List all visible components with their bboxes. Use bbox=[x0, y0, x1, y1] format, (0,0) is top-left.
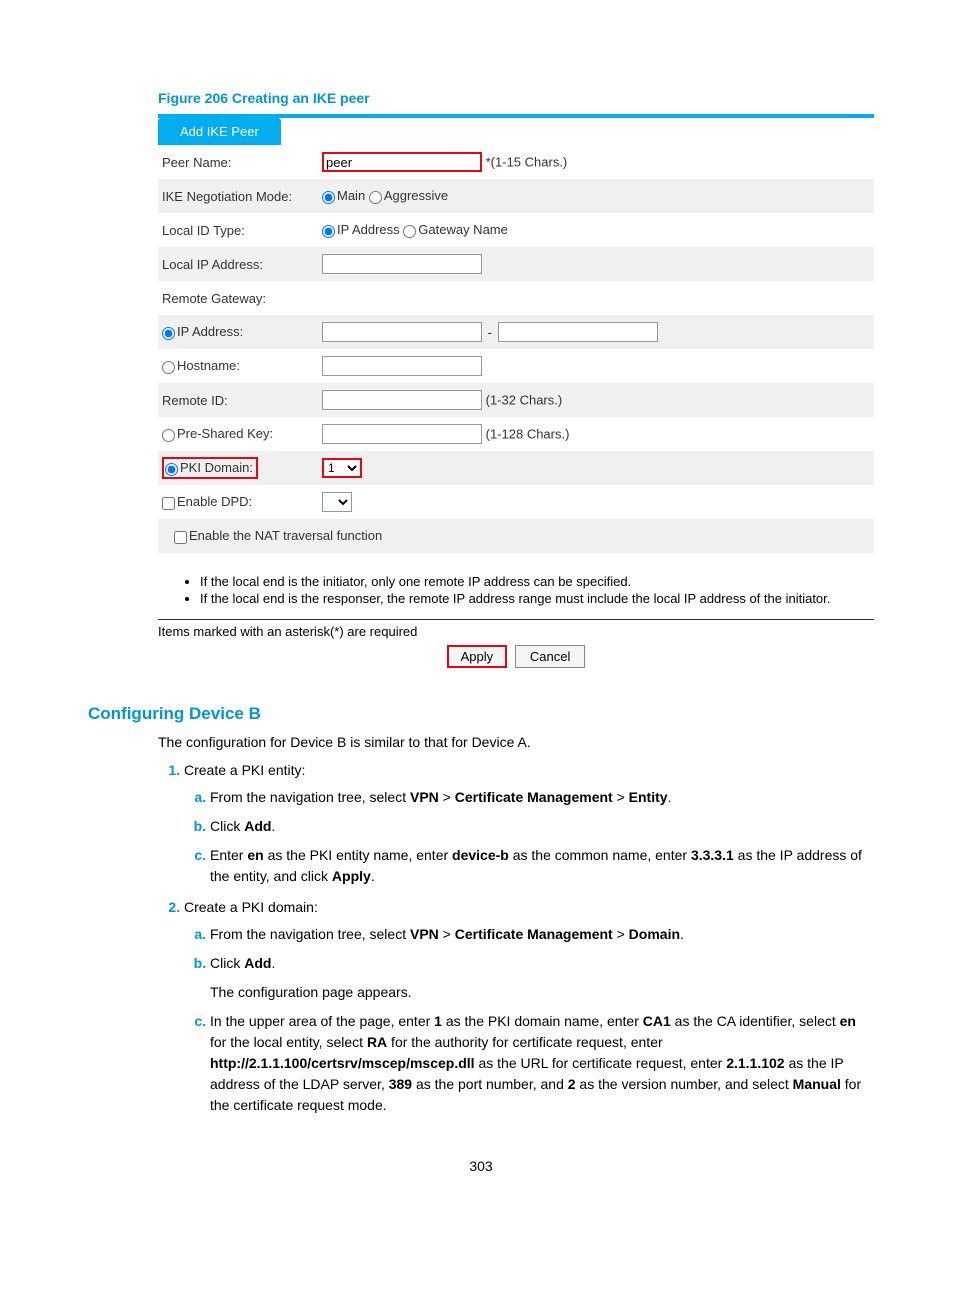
remote-ip-text: IP Address: bbox=[177, 324, 243, 339]
figure-caption: Figure 206 Creating an IKE peer bbox=[158, 90, 874, 106]
section-heading: Configuring Device B bbox=[88, 704, 874, 724]
notes-list: If the local end is the initiator, only … bbox=[158, 566, 874, 606]
psk-hint: (1-128 Chars.) bbox=[486, 427, 570, 442]
ike-peer-panel: Add IKE Peer Peer Name: *(1-15 Chars.) I… bbox=[158, 114, 874, 553]
remote-host-radio[interactable] bbox=[162, 361, 175, 374]
psk-input[interactable] bbox=[322, 424, 482, 444]
remoteid-hint: (1-32 Chars.) bbox=[486, 393, 563, 408]
localid-gw-radio[interactable] bbox=[403, 225, 416, 238]
peer-name-label: Peer Name: bbox=[158, 145, 318, 179]
dpd-text: Enable DPD: bbox=[177, 494, 252, 509]
remotegw-label: Remote Gateway: bbox=[158, 281, 318, 315]
step-1: Create a PKI entity: From the navigation… bbox=[184, 760, 874, 887]
pki-radio[interactable] bbox=[165, 463, 178, 476]
remote-ip-input1[interactable] bbox=[322, 322, 482, 342]
nego-mode-label: IKE Negotiation Mode: bbox=[158, 179, 318, 213]
step-2a: From the navigation tree, select VPN > C… bbox=[210, 924, 874, 945]
dpd-select[interactable] bbox=[322, 492, 352, 512]
nego-aggr-radio[interactable] bbox=[369, 191, 382, 204]
localip-input[interactable] bbox=[322, 254, 482, 274]
remote-ip-radio[interactable] bbox=[162, 327, 175, 340]
remote-host-text: Hostname: bbox=[177, 358, 240, 373]
divider bbox=[158, 619, 874, 620]
dpd-checkbox[interactable] bbox=[162, 497, 175, 510]
nat-checkbox[interactable] bbox=[174, 531, 187, 544]
nego-main-radio[interactable] bbox=[322, 191, 335, 204]
step-1a: From the navigation tree, select VPN > C… bbox=[210, 787, 874, 808]
nat-text: Enable the NAT traversal function bbox=[189, 528, 382, 543]
step-2b-note: The configuration page appears. bbox=[210, 982, 874, 1003]
remote-ip-input2[interactable] bbox=[498, 322, 658, 342]
step-2b: Click Add. The configuration page appear… bbox=[210, 953, 874, 1003]
step-2c: In the upper area of the page, enter 1 a… bbox=[210, 1011, 874, 1116]
page-number: 303 bbox=[88, 1158, 874, 1174]
note-1: If the local end is the initiator, only … bbox=[200, 574, 874, 589]
step-1b: Click Add. bbox=[210, 816, 874, 837]
remote-host-input[interactable] bbox=[322, 356, 482, 376]
step-2: Create a PKI domain: From the navigation… bbox=[184, 897, 874, 1116]
localid-ip-text: IP Address bbox=[337, 222, 400, 237]
localip-label: Local IP Address: bbox=[158, 247, 318, 281]
note-2: If the local end is the responser, the r… bbox=[200, 591, 874, 606]
localid-label: Local ID Type: bbox=[158, 213, 318, 247]
nego-aggr-text: Aggressive bbox=[384, 188, 448, 203]
peer-name-input[interactable] bbox=[322, 152, 482, 172]
psk-radio[interactable] bbox=[162, 429, 175, 442]
localid-gw-text: Gateway Name bbox=[418, 222, 508, 237]
step-1c: Enter en as the PKI entity name, enter d… bbox=[210, 845, 874, 887]
ip-range-dash: - bbox=[486, 325, 494, 340]
tab-add-ike-peer[interactable]: Add IKE Peer bbox=[158, 118, 281, 145]
remoteid-input[interactable] bbox=[322, 390, 482, 410]
nego-main-text: Main bbox=[337, 188, 365, 203]
remoteid-label: Remote ID: bbox=[158, 383, 318, 417]
required-note: Items marked with an asterisk(*) are req… bbox=[158, 622, 874, 639]
localid-ip-radio[interactable] bbox=[322, 225, 335, 238]
apply-button[interactable]: Apply bbox=[447, 645, 508, 668]
intro-text: The configuration for Device B is simila… bbox=[158, 732, 874, 752]
pki-select[interactable]: 1 bbox=[322, 458, 362, 478]
cancel-button[interactable]: Cancel bbox=[515, 645, 585, 668]
peer-name-hint: *(1-15 Chars.) bbox=[486, 155, 568, 170]
pki-text: PKI Domain: bbox=[180, 460, 253, 475]
psk-text: Pre-Shared Key: bbox=[177, 426, 273, 441]
